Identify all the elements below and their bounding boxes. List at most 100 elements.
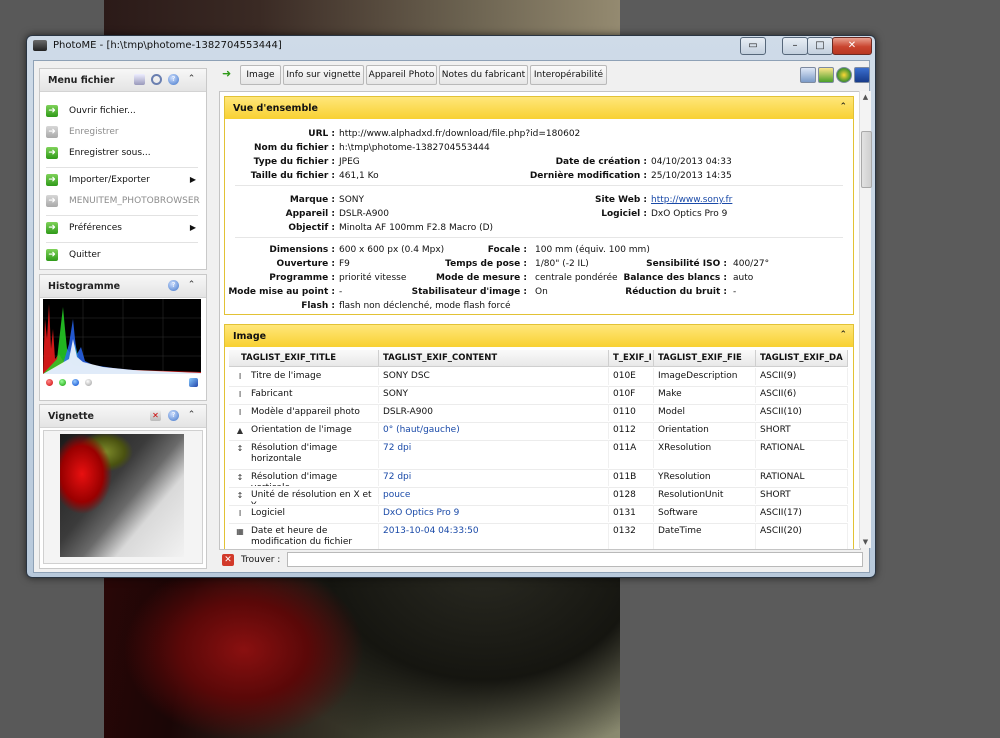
collapse-icon[interactable]: ⌃ xyxy=(839,330,847,340)
tab-image[interactable]: Image xyxy=(240,65,281,85)
histogram-panel: Histogramme ? ⌃ xyxy=(39,274,207,401)
column-header-content[interactable]: TAGLIST_EXIF_CONTENT xyxy=(379,350,609,367)
metering-value: centrale pondérée xyxy=(535,273,618,283)
menu-item-preferences[interactable]: ➜ Préférences ▶ xyxy=(46,220,198,238)
menu-item-open[interactable]: ➜ Ouvrir fichier... xyxy=(46,103,198,121)
menu-item-label: Ouvrir fichier... xyxy=(69,106,136,116)
title-bar[interactable]: PhotoME - [h:\tmp\photome-1382704553444]… xyxy=(27,36,875,56)
picture-icon[interactable] xyxy=(818,67,834,83)
histogram-svg xyxy=(43,299,201,374)
green-channel-toggle[interactable] xyxy=(59,379,66,386)
table-row[interactable]: I Fabricant SONY 010F Make ASCII(6) xyxy=(229,386,848,405)
collapse-icon[interactable]: ⌃ xyxy=(186,74,197,85)
table-row[interactable]: ▲ Orientation de l'image 0° (haut/gauche) 0… xyxy=(229,422,848,441)
menu-separator xyxy=(46,242,198,243)
table-cell-content: DxO Optics Pro 9 xyxy=(379,505,609,522)
table-cell-content: DSLR-A900 xyxy=(379,404,609,421)
overview-section-header[interactable]: Vue d'ensemble ⌃ xyxy=(225,97,853,119)
table-row[interactable]: ↕Résolution d'image verticale72 dpi011BY… xyxy=(229,469,848,488)
blue-channel-toggle[interactable] xyxy=(72,379,79,386)
table-row[interactable]: I Titre de l'image SONY DSC 010E ImageDescri… xyxy=(229,368,848,387)
info-icon[interactable] xyxy=(854,67,870,83)
menu-item-save[interactable]: ➜ Enregistrer xyxy=(46,124,198,142)
dimensions-value: 600 x 600 px (0.4 Mpx) xyxy=(339,245,445,255)
window-view-icon[interactable] xyxy=(800,67,816,83)
column-header-title[interactable]: TAGLIST_EXIF_TITLE xyxy=(229,350,379,367)
menu-item-label: Importer/Exporter xyxy=(69,175,150,185)
camera-label: Appareil : xyxy=(285,209,335,219)
photome-window: PhotoME - [h:\tmp\photome-1382704553444]… xyxy=(26,35,876,578)
histogram-panel-title: Histogramme xyxy=(48,281,121,292)
find-input[interactable] xyxy=(287,552,863,567)
tab-camera[interactable]: Appareil Photo xyxy=(366,65,437,85)
table-row[interactable]: I Logiciel DxO Optics Pro 9 0131 Software ASC… xyxy=(229,505,848,524)
table-cell-field: Software xyxy=(654,505,756,522)
help-icon[interactable]: ? xyxy=(168,410,179,421)
software-label: Logiciel : xyxy=(601,209,647,219)
program-value: priorité vitesse xyxy=(339,273,407,283)
thumbnail-frame xyxy=(43,430,203,564)
menu-item-save-as[interactable]: ➜ Enregistrer sous... xyxy=(46,145,198,163)
luminance-channel-toggle[interactable] xyxy=(85,379,92,386)
red-channel-toggle[interactable] xyxy=(46,379,53,386)
menu-item-import-export[interactable]: ➜ Importer/Exporter ▶ xyxy=(46,172,198,190)
find-bar: ✕ Trouver : xyxy=(219,551,865,569)
collapse-icon[interactable]: ⌃ xyxy=(186,410,197,421)
collapse-icon[interactable]: ⌃ xyxy=(186,280,197,291)
app-eye-icon xyxy=(33,40,47,51)
table-cell-id: 0131 xyxy=(609,505,654,522)
tab-maker-notes[interactable]: Notes du fabricant xyxy=(439,65,528,85)
column-header-id[interactable]: T_EXIF_I xyxy=(609,350,654,367)
table-cell-type: SHORT xyxy=(756,422,848,439)
graph-icon[interactable] xyxy=(189,378,198,387)
table-row[interactable]: ▦ Date et heure de modification du fichie… xyxy=(229,523,848,549)
menu-panel: Menu fichier ? ⌃ ➜ Ouvrir fichier... ➜ E… xyxy=(39,68,207,270)
delete-thumbnail-icon[interactable]: ✕ xyxy=(150,410,161,421)
camera-value: DSLR-A900 xyxy=(339,209,389,219)
table-row[interactable]: I Modèle d'appareil photo DSLR-A900 0110 Mod… xyxy=(229,404,848,423)
arrow-right-icon: ➜ xyxy=(46,174,58,186)
tab-interoperability[interactable]: Interopérabilité xyxy=(530,65,607,85)
help-icon[interactable]: ? xyxy=(168,74,179,85)
minimize-button[interactable]: – xyxy=(782,37,808,55)
thumbnail-panel-title: Vignette xyxy=(48,411,94,422)
table-cell-type: ASCII(9) xyxy=(756,368,848,385)
modified-value: 25/10/2013 14:35 xyxy=(651,171,732,181)
column-header-field[interactable]: TAGLIST_EXIF_FIE xyxy=(654,350,756,367)
caption-extra-button[interactable]: ▭ xyxy=(740,37,766,55)
scrollbar-thumb[interactable] xyxy=(861,131,872,188)
website-link[interactable]: http://www.sony.fr xyxy=(651,195,732,205)
table-cell-id: 0110 xyxy=(609,404,654,421)
table-cell-type: RATIONAL xyxy=(756,469,848,486)
search-icon[interactable] xyxy=(151,74,162,85)
close-button[interactable]: ✕ xyxy=(832,37,872,55)
table-row[interactable]: ↕Unité de résolution en X et Ypouce0128R… xyxy=(229,487,848,506)
go-arrow-icon[interactable]: ➜ xyxy=(222,68,234,80)
close-find-icon[interactable]: ✕ xyxy=(222,554,234,566)
image-section-header[interactable]: Image ⌃ xyxy=(225,325,853,347)
maximize-button[interactable]: □ xyxy=(807,37,833,55)
column-header-datatype[interactable]: TAGLIST_EXIF_DA xyxy=(756,350,848,367)
table-cell-field: XResolution xyxy=(654,440,756,468)
table-cell-field: Make xyxy=(654,386,756,403)
tab-thumbnail-info[interactable]: Info sur vignette xyxy=(283,65,364,85)
globe-icon[interactable] xyxy=(836,67,852,83)
tab-toolbar: ➜ Image Info sur vignette Appareil Photo… xyxy=(219,64,870,86)
table-row[interactable]: ↕ Résolution d'image horizontale 72 dpi 011… xyxy=(229,440,848,470)
table-cell-title: Résolution d'image verticale xyxy=(229,469,379,486)
help-icon[interactable]: ? xyxy=(168,280,179,291)
arrow-right-icon: ➜ xyxy=(46,126,58,138)
collapse-icon[interactable]: ⌃ xyxy=(839,102,847,112)
wb-value: auto xyxy=(733,273,754,283)
menu-item-quit[interactable]: ➜ Quitter xyxy=(46,247,198,265)
table-cell-title: Fabricant xyxy=(229,386,379,403)
scroll-up-arrow-icon[interactable]: ▲ xyxy=(860,91,871,103)
copy-icon[interactable] xyxy=(134,74,145,85)
table-cell-content: pouce xyxy=(379,487,609,504)
scroll-down-arrow-icon[interactable]: ▼ xyxy=(860,536,871,548)
table-cell-title: Résolution d'image horizontale xyxy=(229,440,379,468)
vertical-scrollbar[interactable]: ▲ ▼ xyxy=(859,91,872,548)
menu-item-photobrowser[interactable]: ➜ MENUITEM_PHOTOBROWSER xyxy=(46,193,200,211)
image-section: Image ⌃ TAGLIST_EXIF_TITLE TAGLIST_EXIF_… xyxy=(224,324,854,549)
table-cell-id: 0128 xyxy=(609,487,654,504)
